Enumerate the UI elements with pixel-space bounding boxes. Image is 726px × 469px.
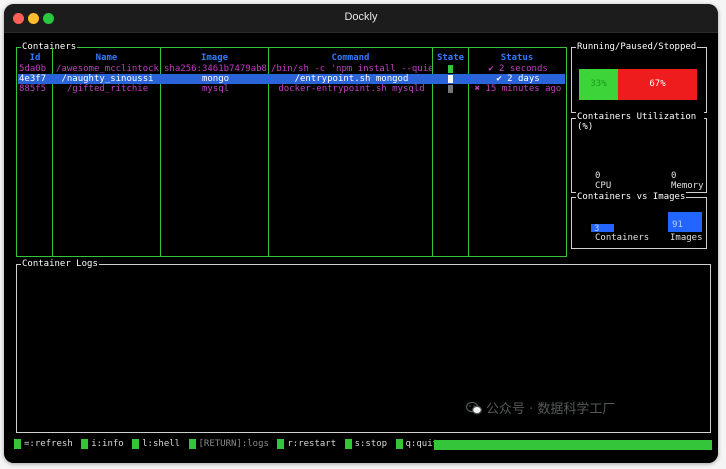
running-paused-stopped-panel: Running/Paused/Stopped 33% 67% <box>571 41 707 113</box>
header-id[interactable]: Id <box>18 53 52 63</box>
cell-command: docker-entrypoint.sh mysqld <box>278 84 425 94</box>
images-bar: 91 <box>668 212 702 232</box>
memory-value: 0 <box>671 171 677 181</box>
title-bar: Dockly <box>4 4 718 33</box>
state-running-indicator <box>448 65 453 73</box>
containers-vs-images-panel: Containers vs Images 3 91 Containers Ima… <box>571 191 707 249</box>
cell-name: /awesome_mcclintock <box>56 64 159 74</box>
cell-image: mysql <box>201 84 230 94</box>
cell-id: 4e3f7 <box>19 74 47 84</box>
cpu-label: CPU <box>595 181 612 191</box>
state-stopped-indicator <box>448 85 453 93</box>
cell-name: /naughty_sinoussi <box>61 74 154 84</box>
key-indicator <box>277 438 285 449</box>
containers-panel-title: Containers <box>21 41 78 53</box>
terminal-window: Dockly Containers Id Name Image Command … <box>4 4 718 463</box>
cell-status: ✔ 2 seconds <box>488 64 548 74</box>
utilization-panel: Containers Utilization (%) 0 CPU 0 Memor… <box>571 112 707 193</box>
stopped-percent: 67% <box>649 79 666 89</box>
shortcut-refresh[interactable]: =:refresh <box>24 439 73 449</box>
containers-label: Containers <box>595 233 650 243</box>
header-image[interactable]: Image <box>161 53 268 63</box>
table-row-selected[interactable]: 4e3f7 /naughty_sinoussi mongo /entrypoin… <box>18 74 565 84</box>
wechat-logo-icon <box>466 401 482 415</box>
key-indicator <box>188 438 196 449</box>
shortcut-restart[interactable]: r:restart <box>287 439 336 449</box>
table-row[interactable]: 885f5 /gifted_ritchie mysql docker-entry… <box>18 84 565 94</box>
shortcut-logs[interactable]: [RETURN]:logs <box>199 439 269 449</box>
cvi-panel-title: Containers vs Images <box>576 191 687 203</box>
shortcut-shell[interactable]: l:shell <box>142 439 180 449</box>
header-name[interactable]: Name <box>53 53 160 63</box>
watermark-text: 公众号 · 数据科学工厂 <box>486 402 616 417</box>
images-count: 91 <box>672 220 683 230</box>
utilization-panel-title: Containers Utilization (%) <box>576 112 704 132</box>
header-status[interactable]: Status <box>469 53 565 63</box>
running-percent: 33% <box>590 79 607 89</box>
key-indicator <box>395 438 403 449</box>
cell-status: ✔ 2 days <box>496 74 540 84</box>
containers-panel: Containers Id Name Image Command State S… <box>16 41 567 257</box>
state-running-indicator <box>448 75 453 83</box>
cpu-value: 0 <box>595 171 601 181</box>
cell-image: sha256:3461b7479ab8 <box>164 64 267 74</box>
watermark: 公众号 · 数据科学工厂 <box>466 398 615 417</box>
stopped-segment: 67% <box>618 69 697 100</box>
memory-label: Memory <box>671 181 704 191</box>
cell-command: /entrypoint.sh mongod <box>294 74 409 84</box>
header-command[interactable]: Command <box>269 53 432 63</box>
cell-image: mongo <box>201 74 230 84</box>
rps-panel-title: Running/Paused/Stopped <box>576 41 698 53</box>
images-label: Images <box>670 233 703 243</box>
cell-name: /gifted_ritchie <box>66 84 149 94</box>
key-indicator <box>132 438 140 449</box>
table-row[interactable]: 5da0b /awesome_mcclintock sha256:3461b74… <box>18 64 565 74</box>
window-title: Dockly <box>344 11 378 23</box>
key-indicator <box>14 438 21 449</box>
shortcut-stop[interactable]: s:stop <box>355 439 388 449</box>
logs-panel-title: Container Logs <box>21 258 99 270</box>
shortcut-info[interactable]: i:info <box>91 439 124 449</box>
cell-command: /bin/sh -c 'npm install --quie <box>271 64 432 74</box>
header-state[interactable]: State <box>433 53 468 63</box>
status-fill-bar <box>434 440 712 450</box>
shortcut-bar: =:refresh i:info l:shell [RETURN]:logs r… <box>14 438 438 450</box>
key-indicator <box>81 438 89 449</box>
cell-status: ✖ 15 minutes ago <box>474 84 562 94</box>
key-indicator <box>344 438 352 449</box>
rps-bar: 33% 67% <box>579 69 697 100</box>
running-segment: 33% <box>579 69 618 100</box>
cell-id: 5da0b <box>19 64 47 74</box>
containers-bar: 3 <box>591 224 614 234</box>
cell-id: 885f5 <box>19 84 47 94</box>
